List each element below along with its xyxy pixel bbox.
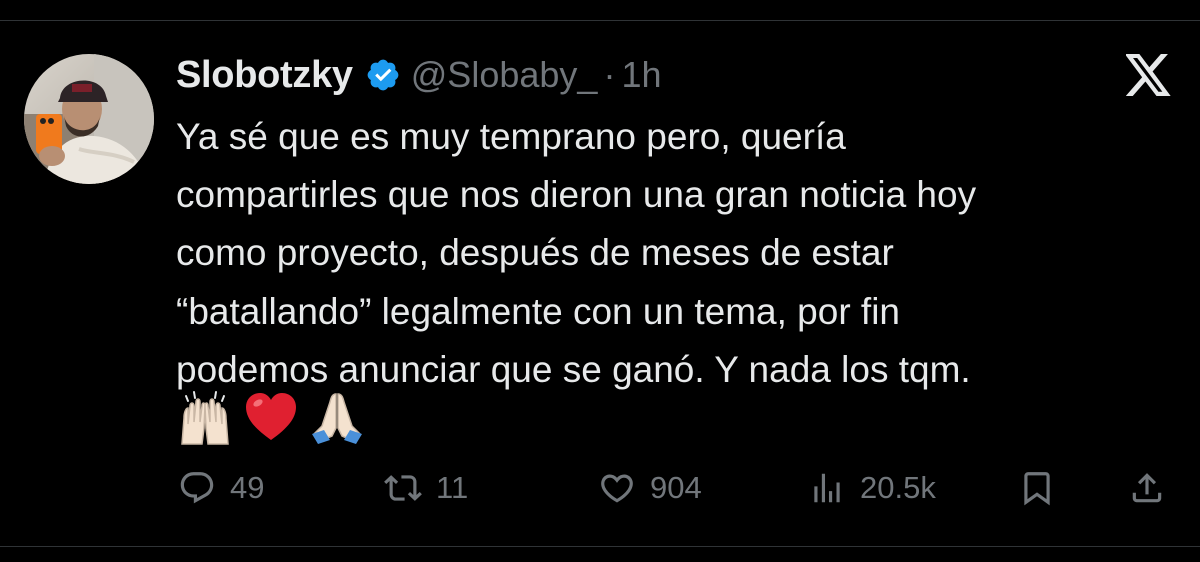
like-button[interactable]: 904 [598,462,702,514]
heart-icon [601,474,633,503]
verified-badge-icon [365,57,401,93]
repost-button[interactable]: 11 [384,462,468,514]
avatar[interactable] [24,54,154,184]
bookmark-icon [1024,472,1050,506]
repost-count: 11 [436,470,469,505]
raising-hands-icon [176,388,234,446]
like-count: 904 [650,470,702,505]
tweet-text-line: “batallando” legalmente con un tema, por… [176,290,900,332]
share-icon [1132,473,1162,503]
red-heart-icon [242,388,300,446]
tweet-text-line: Ya sé que es muy temprano pero, quería [176,116,846,157]
views-chart-icon [814,473,840,503]
top-divider [0,20,1200,21]
display-name[interactable]: Slobotzky [176,54,353,97]
view-count: 20.5k [860,470,936,505]
tweet-text: Ya sé que es muy temprano pero, quería c… [176,108,1186,399]
action-bar: 49 11 904 20.5k [0,462,1200,514]
folded-hands-icon [308,388,366,446]
views-button[interactable]: 20.5k [808,462,936,514]
emoji-row [176,388,366,446]
reply-count: 49 [230,470,265,505]
timestamp[interactable]: 1h [621,54,661,96]
bookmark-button[interactable] [1018,462,1056,514]
user-handle[interactable]: @Slobaby_ [411,54,598,96]
reply-button[interactable]: 49 [178,462,264,514]
tweet-text-line: compartirles que nos dieron una gran not… [176,174,977,216]
x-logo-icon[interactable] [1124,54,1172,96]
share-button[interactable] [1128,462,1166,514]
repost-icon [384,475,422,501]
reply-icon [180,472,214,504]
bottom-divider [0,546,1200,547]
tweet-header: Slobotzky @Slobaby_ · 1h [176,50,661,100]
tweet-text-line: como proyecto, después de meses de estar [176,232,894,274]
separator-dot: · [603,54,616,95]
